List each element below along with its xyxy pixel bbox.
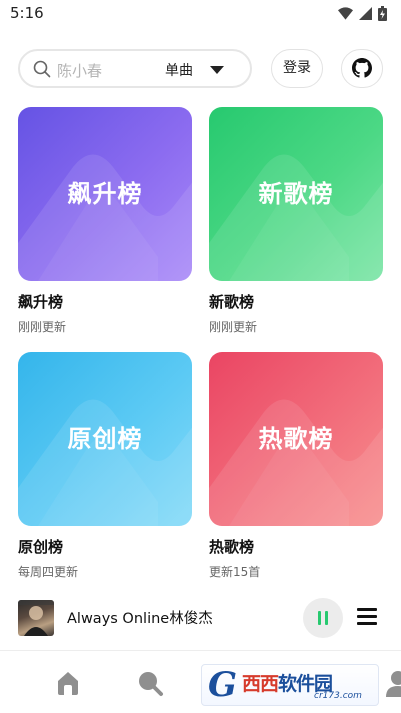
chart-card-hot[interactable]: 热歌榜 热歌榜 更新15首 <box>209 352 383 579</box>
search-type-label[interactable]: 单曲 <box>165 60 193 80</box>
chart-update-text: 刚刚更新 <box>18 320 67 334</box>
profile-icon <box>386 671 401 697</box>
chart-title[interactable]: 原创榜 <box>18 536 63 557</box>
signal-icon <box>359 7 372 20</box>
pause-icon <box>325 611 328 625</box>
chart-cover[interactable]: 新歌榜 <box>209 107 383 281</box>
chart-card-original[interactable]: 原创榜 原创榜 每周四更新 <box>18 352 192 579</box>
pause-button[interactable] <box>303 598 343 638</box>
playlist-button[interactable] <box>357 608 377 626</box>
status-time: 5:16 <box>10 4 44 22</box>
chart-update-text: 刚刚更新 <box>209 320 258 334</box>
caret-down-icon[interactable] <box>209 65 225 75</box>
nav-search[interactable] <box>136 669 164 697</box>
chart-title[interactable]: 新歌榜 <box>209 291 254 312</box>
album-art[interactable] <box>18 600 54 636</box>
login-button[interactable]: 登录 <box>271 49 323 88</box>
chart-cover-title: 飙升榜 <box>67 180 143 208</box>
chart-cover-title: 原创榜 <box>67 425 143 453</box>
watermark-url: cr173.com <box>314 691 362 701</box>
chart-cover[interactable]: 热歌榜 <box>209 352 383 526</box>
chart-title[interactable]: 热歌榜 <box>209 536 254 557</box>
status-bar: 5:16 <box>0 0 401 28</box>
chart-cover-title: 热歌榜 <box>258 425 334 453</box>
status-icons <box>338 6 387 21</box>
album-art-image <box>18 600 54 636</box>
pause-icon <box>318 611 321 625</box>
chart-title[interactable]: 飙升榜 <box>18 291 63 312</box>
search-bar[interactable]: 陈小春 单曲 <box>18 49 252 88</box>
search-icon <box>33 60 51 78</box>
chart-cover[interactable]: 原创榜 <box>18 352 192 526</box>
chart-update-text: 更新15首 <box>209 565 261 579</box>
menu-icon <box>357 608 377 611</box>
track-title[interactable]: Always Online林俊杰 <box>67 607 213 628</box>
watermark-logo: G 西西软件园 cr173.com <box>201 664 379 706</box>
home-icon <box>58 672 78 695</box>
chart-card-soaring[interactable]: 飙升榜 飙升榜 刚刚更新 <box>18 107 192 334</box>
github-button[interactable] <box>341 49 383 88</box>
github-icon <box>352 58 372 78</box>
watermark-logo-letter: G <box>208 665 238 705</box>
search-icon <box>139 672 163 696</box>
nav-home[interactable] <box>54 669 82 697</box>
menu-icon <box>357 615 377 618</box>
wifi-icon <box>338 7 353 20</box>
chart-cover[interactable]: 飙升榜 <box>18 107 192 281</box>
watermark-text-a: 西西 <box>242 673 279 695</box>
nav-profile[interactable] <box>384 669 401 697</box>
chart-update-text: 每周四更新 <box>18 565 79 579</box>
battery-charging-icon <box>378 6 387 21</box>
menu-icon <box>357 622 377 625</box>
search-placeholder[interactable]: 陈小春 <box>57 60 102 81</box>
chart-card-new[interactable]: 新歌榜 新歌榜 刚刚更新 <box>209 107 383 334</box>
mini-player[interactable]: Always Online林俊杰 <box>0 588 401 648</box>
chart-cover-title: 新歌榜 <box>258 180 334 208</box>
